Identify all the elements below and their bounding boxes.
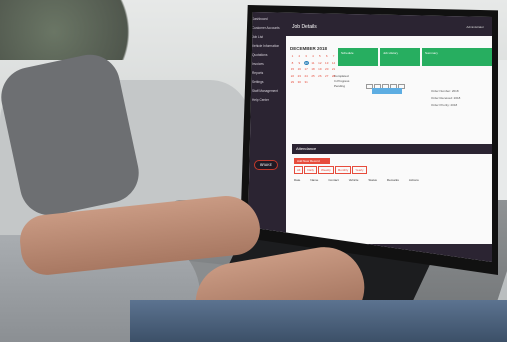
sidebar-item[interactable]: Settings <box>252 80 286 84</box>
user-menu[interactable]: Administrator <box>466 25 484 29</box>
calendar-day[interactable]: 26 <box>317 74 322 78</box>
calendar-day[interactable]: 8 <box>290 61 295 65</box>
sidebar-item[interactable]: Invoices <box>252 62 286 66</box>
sidebar-item[interactable]: Help Center <box>252 98 286 102</box>
chip[interactable]: All <box>294 166 304 174</box>
summary-header: Summary <box>422 48 492 66</box>
calendar-day[interactable]: 11 <box>311 61 316 65</box>
column-header[interactable]: Actions <box>409 178 419 184</box>
calendar-day[interactable]: 14 <box>331 61 336 65</box>
history-header: Job History <box>380 48 420 66</box>
calendar-day[interactable]: 15 <box>290 67 295 71</box>
sidebar-item[interactable]: Vehicle Information <box>252 44 286 48</box>
photo-scene: Dashboard Customer Accounts Job List Veh… <box>0 0 507 342</box>
calendar-day[interactable]: 31 <box>304 80 309 84</box>
sidebar-item[interactable]: Job List <box>252 35 286 39</box>
calendar-day[interactable]: 18 <box>311 67 316 71</box>
detail-line: Order Priority: 2018 <box>431 103 458 107</box>
laptop-screen: Dashboard Customer Accounts Job List Veh… <box>248 12 492 262</box>
calendar-day[interactable]: 2 <box>297 54 302 58</box>
calendar-day[interactable]: 5 <box>317 54 322 58</box>
brand-logo: BRAKE <box>254 160 278 170</box>
calendar-day[interactable]: 19 <box>317 67 322 71</box>
column-header[interactable]: Date <box>294 178 300 184</box>
calendar-day[interactable]: 23 <box>297 74 302 78</box>
chip[interactable]: Monthly <box>334 166 352 174</box>
column-header[interactable]: Contact <box>328 178 338 184</box>
calendar-day[interactable]: 16 <box>297 67 302 71</box>
column-header[interactable]: Name <box>310 178 318 184</box>
selected-entry[interactable] <box>372 88 402 94</box>
sidebar-item[interactable]: Dashboard <box>252 17 286 21</box>
calendar-day[interactable]: 6 <box>324 54 329 58</box>
order-details: Order Number: 2018 Order Received: 2018 … <box>431 88 460 109</box>
chip[interactable]: Daily <box>304 166 318 174</box>
calendar-day[interactable]: 22 <box>290 74 295 78</box>
calendar-day[interactable]: 9 <box>297 61 302 65</box>
chip[interactable]: Weekly <box>318 166 334 174</box>
period-chips: All Daily Weekly Monthly Yearly <box>294 166 368 174</box>
detail-line: Order Number: 2018 <box>431 89 459 93</box>
add-record-button[interactable]: Add New Record <box>294 158 330 164</box>
page-title: Job Details <box>292 24 317 30</box>
legend: Completed In Progress Pending <box>334 74 349 89</box>
calendar-day[interactable]: 29 <box>290 80 295 84</box>
column-header[interactable]: Status <box>368 178 377 184</box>
column-header[interactable]: Remarks <box>387 178 399 184</box>
calendar-day[interactable]: 4 <box>311 54 316 58</box>
attendance-header: Attendance <box>292 144 492 154</box>
sidebar-item[interactable]: Customer Accounts <box>252 26 286 30</box>
legend-item: Pending <box>334 84 346 88</box>
schedule-header: Schedule <box>338 48 378 66</box>
calendar-day[interactable]: 27 <box>324 74 329 78</box>
calendar-day[interactable]: 13 <box>324 61 329 65</box>
calendar-month: DECEMBER 2018 <box>290 46 328 51</box>
calendar-day[interactable]: 7 <box>331 54 336 58</box>
plant-foliage <box>0 0 150 60</box>
calendar-day[interactable]: 3 <box>304 54 309 58</box>
calendar-day[interactable]: 1 <box>290 54 295 58</box>
chip[interactable]: Yearly <box>352 166 367 174</box>
calendar-day[interactable]: 20 <box>324 67 329 71</box>
sidebar-item[interactable]: Staff Management <box>252 89 286 93</box>
column-header[interactable]: Vehicle <box>349 178 359 184</box>
calendar-day[interactable]: 17 <box>304 67 309 71</box>
main-content: DECEMBER 2018 1 2 3 4 5 6 7 8 9 10 11 12 13 14 15 16 17 1… <box>286 36 492 262</box>
calendar-day[interactable]: 10 <box>303 60 309 65</box>
table-header: Date Name Contact Vehicle Status Remarks… <box>294 178 488 184</box>
detail-line: Order Received: 2018 <box>431 96 461 100</box>
person-jeans <box>130 300 507 342</box>
calendar-day[interactable]: 24 <box>304 74 309 78</box>
calendar-grid: 1 2 3 4 5 6 7 8 9 10 11 12 13 14 15 16 17 18 19 20 21 22 23 24 2… <box>290 54 336 84</box>
calendar-day[interactable]: 12 <box>317 61 322 65</box>
calendar: DECEMBER 2018 1 2 3 4 5 6 7 8 9 10 11 12 13 14 15 16 17 1… <box>290 46 336 106</box>
calendar-day[interactable]: 21 <box>331 67 336 71</box>
sidebar-item[interactable]: Quotations <box>252 53 286 57</box>
calendar-day[interactable]: 25 <box>311 74 316 78</box>
calendar-day[interactable]: 30 <box>297 80 302 84</box>
sidebar-item[interactable]: Reports <box>252 71 286 75</box>
